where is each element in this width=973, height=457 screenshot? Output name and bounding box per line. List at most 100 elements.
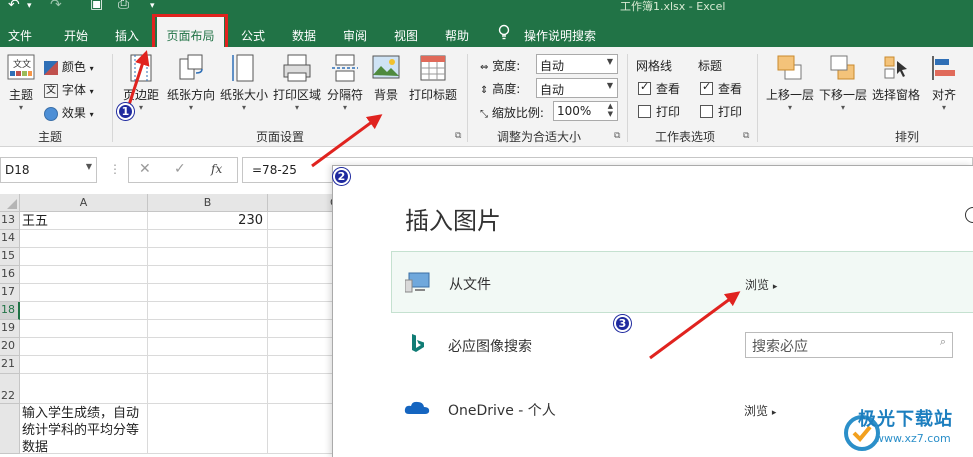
row-header[interactable]	[0, 404, 20, 454]
themes-button[interactable]: 文文 主题 ▾	[3, 53, 39, 112]
cell-b[interactable]	[148, 356, 268, 374]
name-box[interactable]: D18 ▼	[0, 157, 97, 183]
bring-forward-button[interactable]: 上移一层 ▾	[764, 53, 816, 112]
cell-a[interactable]	[20, 266, 148, 284]
cell-a[interactable]	[20, 320, 148, 338]
close-icon[interactable]	[965, 207, 973, 223]
tab-data[interactable]: 数据	[292, 27, 316, 44]
cell-c[interactable]	[268, 374, 335, 404]
cell-a[interactable]: 输入学生成绩，自动统计学科的平均分等数据	[20, 404, 148, 454]
print-area-button[interactable]: 打印区域 ▾	[272, 53, 322, 112]
select-all-button[interactable]	[0, 194, 20, 212]
resize-handle-icon[interactable]: ⋮	[109, 162, 121, 176]
cell-b[interactable]	[148, 338, 268, 356]
row-header[interactable]: 13	[0, 212, 20, 230]
row-header[interactable]: 15	[0, 248, 20, 266]
tab-insert[interactable]: 插入	[115, 27, 139, 44]
chevron-down-icon[interactable]: ▼	[86, 162, 92, 171]
cell-a[interactable]	[20, 284, 148, 302]
theme-colors-button[interactable]: 颜色 ▾	[44, 58, 94, 75]
tell-me-search[interactable]: 操作说明搜索	[524, 27, 596, 44]
page-setup-launcher-icon[interactable]: ⧉	[455, 131, 461, 141]
bing-search-input[interactable]: 搜索必应 ⌕	[745, 332, 953, 358]
row-header[interactable]: 17	[0, 284, 20, 302]
cell-b[interactable]	[148, 230, 268, 248]
from-file-option[interactable]: 从文件 浏览 ▸	[391, 251, 973, 313]
column-header-c[interactable]: C	[268, 194, 338, 212]
scale-spinner[interactable]: 100% ▲ ▼	[553, 101, 618, 121]
selection-pane-button[interactable]: 选择窗格	[870, 53, 922, 103]
watermark-url: www.xz7.com	[875, 432, 951, 445]
enter-icon[interactable]: ✓	[174, 161, 186, 177]
customize-qat-icon[interactable]: ▾	[150, 1, 155, 11]
cell-a[interactable]	[20, 302, 148, 320]
width-select[interactable]: 自动 ▼	[536, 54, 618, 74]
size-button[interactable]: 纸张大小 ▾	[219, 53, 269, 112]
cell-b[interactable]	[148, 404, 268, 454]
scale-launcher-icon[interactable]: ⧉	[614, 131, 620, 141]
cell-b[interactable]	[148, 302, 268, 320]
cell-c[interactable]	[268, 248, 335, 266]
row-header[interactable]: 22	[0, 374, 20, 404]
cell-b[interactable]	[148, 320, 268, 338]
row-header[interactable]: 14	[0, 230, 20, 248]
row-header[interactable]: 20	[0, 338, 20, 356]
send-backward-button[interactable]: 下移一层 ▾	[817, 53, 869, 112]
row-header[interactable]: 18	[0, 302, 20, 320]
theme-fonts-button[interactable]: 文 字体 ▾	[44, 81, 94, 98]
tab-home[interactable]: 开始	[64, 27, 88, 44]
gridlines-view-checkbox[interactable]	[638, 80, 651, 95]
cell-a[interactable]	[20, 338, 148, 356]
undo-dropdown-icon[interactable]: ▾	[27, 1, 32, 11]
cell-c[interactable]	[268, 338, 335, 356]
undo-icon[interactable]: ↶	[8, 0, 20, 13]
sheet-options-launcher-icon[interactable]: ⧉	[743, 131, 749, 141]
cell-c[interactable]	[268, 356, 335, 374]
cell-a[interactable]	[20, 356, 148, 374]
onedrive-browse-link[interactable]: 浏览 ▸	[744, 402, 776, 419]
cancel-icon[interactable]: ✕	[139, 161, 151, 177]
from-file-browse-link[interactable]: 浏览 ▸	[745, 276, 777, 293]
align-button[interactable]: 对齐 ▾	[926, 53, 962, 112]
cell-a[interactable]	[20, 374, 148, 404]
tab-formulas[interactable]: 公式	[241, 27, 265, 44]
cell-a[interactable]: 王五	[20, 212, 148, 230]
gridlines-print-checkbox[interactable]	[638, 105, 651, 118]
cell-b[interactable]: 230	[148, 212, 268, 230]
cell-b[interactable]	[148, 284, 268, 302]
print-titles-button[interactable]: 打印标题	[407, 53, 459, 103]
tab-help[interactable]: 帮助	[445, 27, 469, 44]
cell-c[interactable]	[268, 302, 335, 320]
cell-c[interactable]	[268, 320, 335, 338]
height-select[interactable]: 自动 ▼	[536, 78, 618, 98]
headings-print-checkbox[interactable]	[700, 105, 713, 118]
cell-c[interactable]	[268, 284, 335, 302]
row-header[interactable]: 16	[0, 266, 20, 284]
save-icon[interactable]: ▣	[90, 0, 103, 12]
print-preview-icon[interactable]: ⎙	[118, 0, 129, 12]
column-header-a[interactable]: A	[20, 194, 148, 212]
cell-c[interactable]	[268, 212, 335, 230]
search-icon[interactable]: ⌕	[940, 335, 946, 349]
cell-a[interactable]	[20, 230, 148, 248]
column-header-b[interactable]: B	[148, 194, 268, 212]
tab-review[interactable]: 审阅	[343, 27, 367, 44]
cell-a[interactable]	[20, 248, 148, 266]
insert-function-icon[interactable]: fx	[211, 162, 222, 176]
tab-view[interactable]: 视图	[394, 27, 418, 44]
background-button[interactable]: 背景	[370, 53, 402, 103]
redo-icon[interactable]: ↷	[50, 0, 62, 13]
cell-b[interactable]	[148, 248, 268, 266]
breaks-button[interactable]: 分隔符 ▾	[325, 53, 365, 112]
cell-b[interactable]	[148, 374, 268, 404]
row-header[interactable]: 21	[0, 356, 20, 374]
cell-b[interactable]	[148, 266, 268, 284]
cell-c[interactable]	[268, 230, 335, 248]
tab-file[interactable]: 文件	[8, 27, 32, 44]
theme-effects-button[interactable]: 效果 ▾	[44, 104, 94, 121]
cell-c[interactable]	[268, 404, 335, 454]
cell-c[interactable]	[268, 266, 335, 284]
headings-view-checkbox[interactable]	[700, 80, 713, 95]
orientation-button[interactable]: 纸张方向 ▾	[166, 53, 216, 112]
row-header[interactable]: 19	[0, 320, 20, 338]
